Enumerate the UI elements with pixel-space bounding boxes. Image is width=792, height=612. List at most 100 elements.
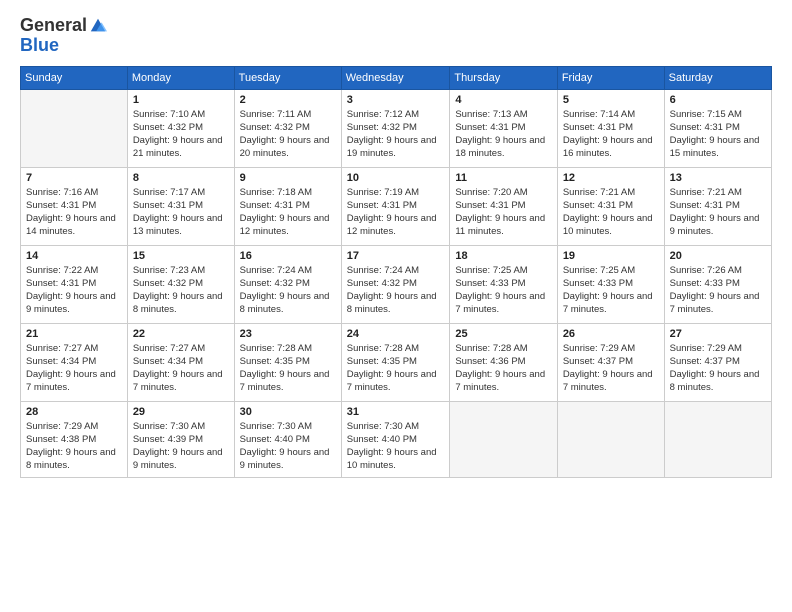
day-info: Sunrise: 7:17 AMSunset: 4:31 PMDaylight:… xyxy=(133,186,229,239)
weekday-header: Tuesday xyxy=(234,66,341,89)
calendar-day-cell: 29 Sunrise: 7:30 AMSunset: 4:39 PMDayligh… xyxy=(127,401,234,477)
calendar-day-cell: 12 Sunrise: 7:21 AMSunset: 4:31 PMDayligh… xyxy=(557,167,664,245)
calendar-day-cell: 19 Sunrise: 7:25 AMSunset: 4:33 PMDayligh… xyxy=(557,245,664,323)
logo-general-text: General xyxy=(20,16,87,36)
day-info: Sunrise: 7:25 AMSunset: 4:33 PMDaylight:… xyxy=(455,264,551,317)
day-info: Sunrise: 7:21 AMSunset: 4:31 PMDaylight:… xyxy=(670,186,766,239)
calendar-day-cell: 28 Sunrise: 7:29 AMSunset: 4:38 PMDayligh… xyxy=(21,401,128,477)
calendar-day-cell: 25 Sunrise: 7:28 AMSunset: 4:36 PMDayligh… xyxy=(450,323,557,401)
calendar-day-cell: 20 Sunrise: 7:26 AMSunset: 4:33 PMDayligh… xyxy=(664,245,771,323)
calendar-week-row: 28 Sunrise: 7:29 AMSunset: 4:38 PMDayligh… xyxy=(21,401,772,477)
day-number: 15 xyxy=(133,250,229,262)
logo: General Blue xyxy=(20,16,107,56)
day-info: Sunrise: 7:13 AMSunset: 4:31 PMDaylight:… xyxy=(455,108,551,161)
calendar-week-row: 21Sunrise: 7:27 AMSunset: 4:34 PMDayligh… xyxy=(21,323,772,401)
day-number: 18 xyxy=(455,250,551,262)
day-info: Sunrise: 7:20 AMSunset: 4:31 PMDaylight:… xyxy=(455,186,551,239)
day-number: 11 xyxy=(455,172,551,184)
day-info: Sunrise: 7:11 AMSunset: 4:32 PMDaylight:… xyxy=(240,108,336,161)
weekday-header: Thursday xyxy=(450,66,557,89)
calendar-day-cell: 8 Sunrise: 7:17 AMSunset: 4:31 PMDaylight… xyxy=(127,167,234,245)
day-number: 4 xyxy=(455,94,551,106)
day-info: Sunrise: 7:30 AMSunset: 4:40 PMDaylight:… xyxy=(240,420,336,473)
day-info: Sunrise: 7:28 AMSunset: 4:35 PMDaylight:… xyxy=(240,342,336,395)
day-number: 20 xyxy=(670,250,766,262)
day-info: Sunrise: 7:24 AMSunset: 4:32 PMDaylight:… xyxy=(347,264,445,317)
calendar-day-cell: 15 Sunrise: 7:23 AMSunset: 4:32 PMDayligh… xyxy=(127,245,234,323)
day-info: Sunrise: 7:27 AMSunset: 4:34 PMDaylight:… xyxy=(133,342,229,395)
calendar-day-cell xyxy=(557,401,664,477)
header: General Blue xyxy=(20,16,772,56)
calendar-day-cell: 14Sunrise: 7:22 AMSunset: 4:31 PMDayligh… xyxy=(21,245,128,323)
calendar-day-cell: 30 Sunrise: 7:30 AMSunset: 4:40 PMDayligh… xyxy=(234,401,341,477)
calendar-week-row: 14Sunrise: 7:22 AMSunset: 4:31 PMDayligh… xyxy=(21,245,772,323)
day-number: 29 xyxy=(133,406,229,418)
day-info: Sunrise: 7:18 AMSunset: 4:31 PMDaylight:… xyxy=(240,186,336,239)
calendar-week-row: 1 Sunrise: 7:10 AMSunset: 4:32 PMDaylight… xyxy=(21,89,772,167)
calendar-day-cell xyxy=(21,89,128,167)
calendar-day-cell: 2 Sunrise: 7:11 AMSunset: 4:32 PMDaylight… xyxy=(234,89,341,167)
day-number: 12 xyxy=(563,172,659,184)
day-number: 13 xyxy=(670,172,766,184)
day-number: 9 xyxy=(240,172,336,184)
calendar-day-cell: 3 Sunrise: 7:12 AMSunset: 4:32 PMDaylight… xyxy=(341,89,450,167)
day-number: 28 xyxy=(26,406,122,418)
calendar-day-cell: 4 Sunrise: 7:13 AMSunset: 4:31 PMDaylight… xyxy=(450,89,557,167)
page: General Blue SundayMondayTuesdayWednesda… xyxy=(0,0,792,612)
weekday-header: Friday xyxy=(557,66,664,89)
day-number: 8 xyxy=(133,172,229,184)
day-info: Sunrise: 7:15 AMSunset: 4:31 PMDaylight:… xyxy=(670,108,766,161)
day-info: Sunrise: 7:10 AMSunset: 4:32 PMDaylight:… xyxy=(133,108,229,161)
day-info: Sunrise: 7:12 AMSunset: 4:32 PMDaylight:… xyxy=(347,108,445,161)
calendar-day-cell: 13 Sunrise: 7:21 AMSunset: 4:31 PMDayligh… xyxy=(664,167,771,245)
day-info: Sunrise: 7:30 AMSunset: 4:40 PMDaylight:… xyxy=(347,420,445,473)
day-number: 26 xyxy=(563,328,659,340)
day-number: 25 xyxy=(455,328,551,340)
day-number: 30 xyxy=(240,406,336,418)
day-info: Sunrise: 7:21 AMSunset: 4:31 PMDaylight:… xyxy=(563,186,659,239)
day-number: 19 xyxy=(563,250,659,262)
day-info: Sunrise: 7:25 AMSunset: 4:33 PMDaylight:… xyxy=(563,264,659,317)
day-number: 3 xyxy=(347,94,445,106)
calendar-day-cell: 22 Sunrise: 7:27 AMSunset: 4:34 PMDayligh… xyxy=(127,323,234,401)
day-number: 23 xyxy=(240,328,336,340)
day-info: Sunrise: 7:24 AMSunset: 4:32 PMDaylight:… xyxy=(240,264,336,317)
calendar-day-cell xyxy=(450,401,557,477)
day-info: Sunrise: 7:28 AMSunset: 4:36 PMDaylight:… xyxy=(455,342,551,395)
day-info: Sunrise: 7:16 AMSunset: 4:31 PMDaylight:… xyxy=(26,186,122,239)
calendar-day-cell: 6 Sunrise: 7:15 AMSunset: 4:31 PMDaylight… xyxy=(664,89,771,167)
calendar-day-cell: 24 Sunrise: 7:28 AMSunset: 4:35 PMDayligh… xyxy=(341,323,450,401)
day-number: 14 xyxy=(26,250,122,262)
day-number: 7 xyxy=(26,172,122,184)
day-info: Sunrise: 7:14 AMSunset: 4:31 PMDaylight:… xyxy=(563,108,659,161)
day-info: Sunrise: 7:23 AMSunset: 4:32 PMDaylight:… xyxy=(133,264,229,317)
day-info: Sunrise: 7:29 AMSunset: 4:37 PMDaylight:… xyxy=(670,342,766,395)
day-number: 22 xyxy=(133,328,229,340)
day-info: Sunrise: 7:26 AMSunset: 4:33 PMDaylight:… xyxy=(670,264,766,317)
calendar-day-cell: 5 Sunrise: 7:14 AMSunset: 4:31 PMDaylight… xyxy=(557,89,664,167)
day-number: 24 xyxy=(347,328,445,340)
calendar-day-cell: 1 Sunrise: 7:10 AMSunset: 4:32 PMDaylight… xyxy=(127,89,234,167)
day-number: 10 xyxy=(347,172,445,184)
day-number: 2 xyxy=(240,94,336,106)
day-number: 27 xyxy=(670,328,766,340)
calendar-day-cell: 16 Sunrise: 7:24 AMSunset: 4:32 PMDayligh… xyxy=(234,245,341,323)
calendar-day-cell: 11 Sunrise: 7:20 AMSunset: 4:31 PMDayligh… xyxy=(450,167,557,245)
calendar-day-cell: 26Sunrise: 7:29 AMSunset: 4:37 PMDayligh… xyxy=(557,323,664,401)
day-number: 6 xyxy=(670,94,766,106)
calendar-table: SundayMondayTuesdayWednesdayThursdayFrid… xyxy=(20,66,772,478)
day-info: Sunrise: 7:28 AMSunset: 4:35 PMDaylight:… xyxy=(347,342,445,395)
calendar-week-row: 7 Sunrise: 7:16 AMSunset: 4:31 PMDaylight… xyxy=(21,167,772,245)
calendar-day-cell: 27 Sunrise: 7:29 AMSunset: 4:37 PMDayligh… xyxy=(664,323,771,401)
calendar-day-cell: 10 Sunrise: 7:19 AMSunset: 4:31 PMDayligh… xyxy=(341,167,450,245)
day-info: Sunrise: 7:29 AMSunset: 4:38 PMDaylight:… xyxy=(26,420,122,473)
day-info: Sunrise: 7:19 AMSunset: 4:31 PMDaylight:… xyxy=(347,186,445,239)
day-number: 16 xyxy=(240,250,336,262)
weekday-header: Sunday xyxy=(21,66,128,89)
day-number: 5 xyxy=(563,94,659,106)
logo-icon xyxy=(89,17,107,35)
day-number: 17 xyxy=(347,250,445,262)
day-info: Sunrise: 7:30 AMSunset: 4:39 PMDaylight:… xyxy=(133,420,229,473)
calendar-day-cell: 18 Sunrise: 7:25 AMSunset: 4:33 PMDayligh… xyxy=(450,245,557,323)
day-number: 1 xyxy=(133,94,229,106)
